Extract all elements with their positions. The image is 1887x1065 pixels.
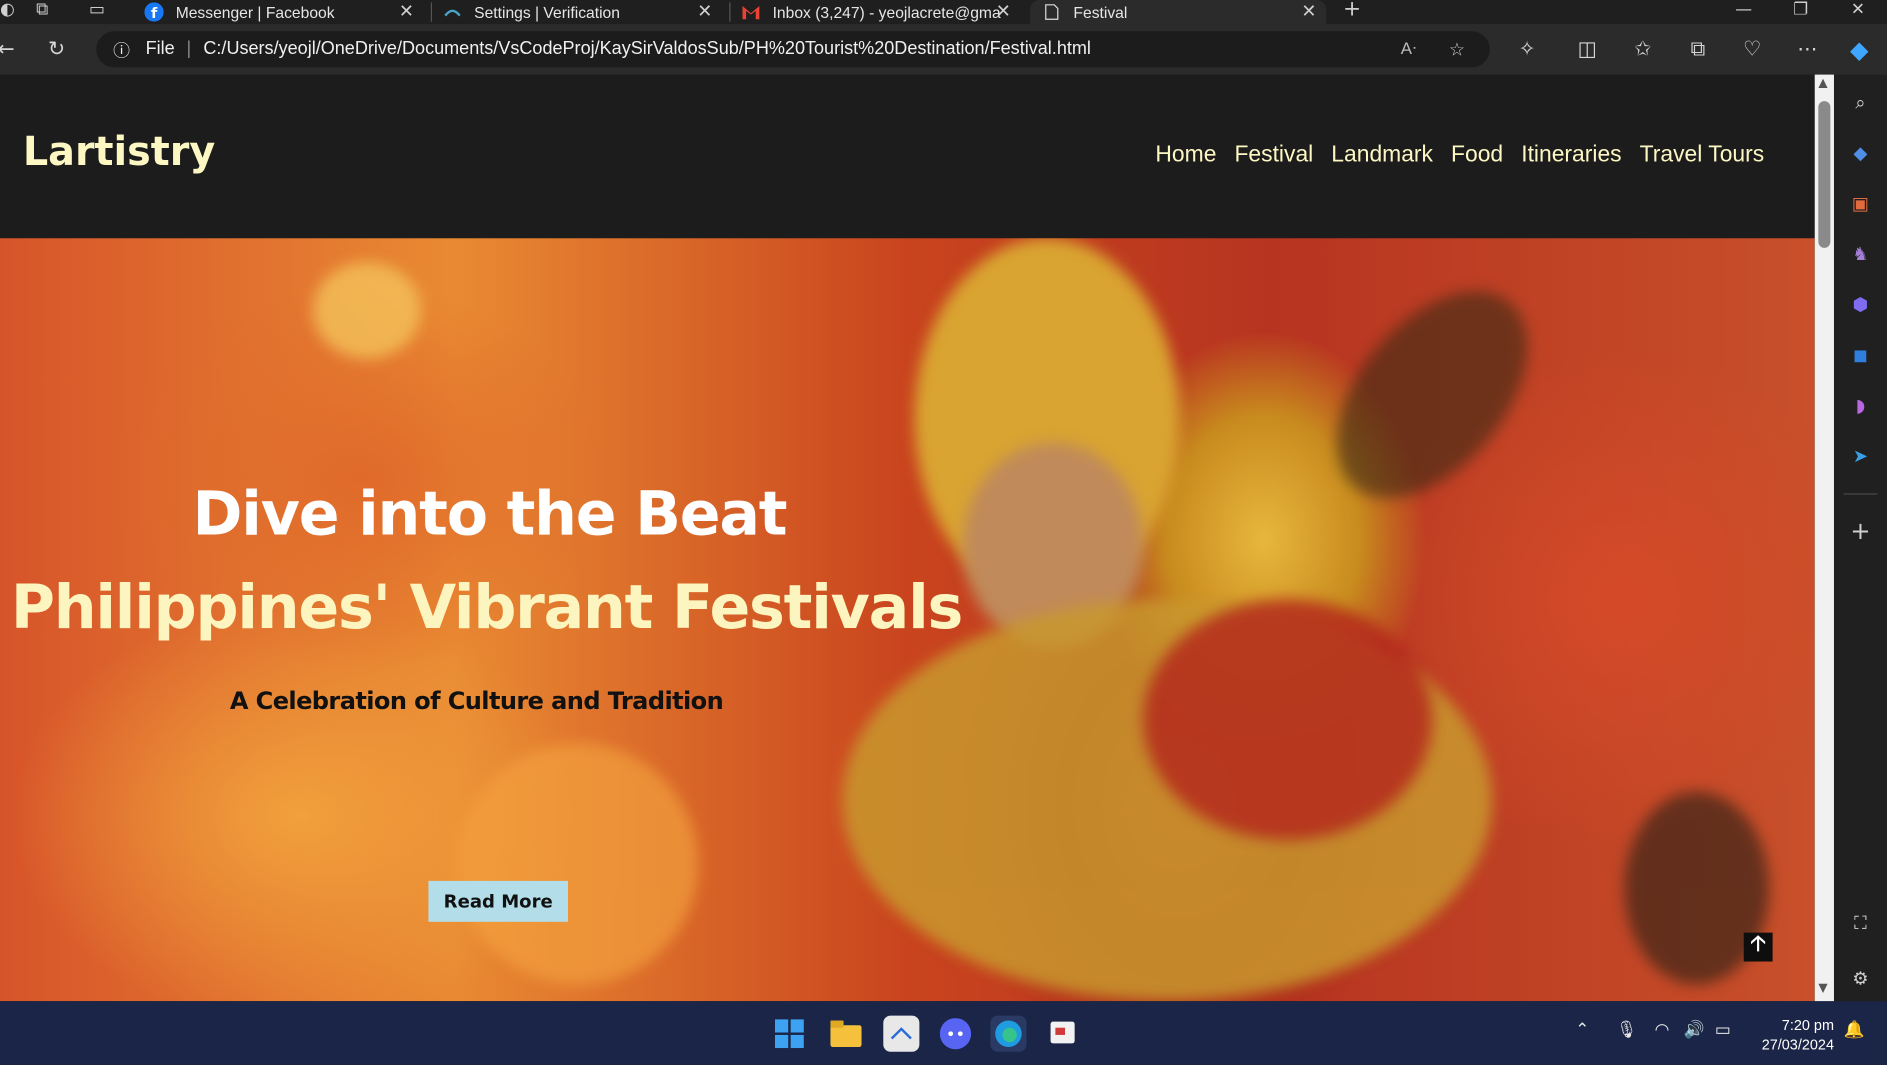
sidebar-settings-icon[interactable]: ⚙: [1847, 965, 1873, 991]
close-window-icon[interactable]: ✕: [1851, 0, 1865, 19]
read-more-button[interactable]: Read More: [428, 880, 569, 922]
minimize-icon[interactable]: —: [1735, 0, 1752, 19]
hero-heading-line1: Dive into the Beat: [192, 478, 788, 549]
hero-photo-costume-red: [1143, 599, 1433, 840]
tab-gmail[interactable]: Inbox (3,247) - yeojlacrete@gma ✕: [741, 0, 1020, 24]
close-tab-icon[interactable]: ✕: [996, 0, 1011, 21]
page-icon: [1042, 2, 1061, 21]
collections-icon[interactable]: ⧉: [1685, 36, 1711, 62]
search-icon[interactable]: ⌕: [1847, 89, 1873, 115]
outlook-icon[interactable]: ◼: [1847, 342, 1873, 368]
system-clock[interactable]: 7:20 pm 27/03/2024: [1762, 1016, 1834, 1055]
tab-title: Inbox (3,247) - yeojlacrete@gma: [772, 3, 1001, 22]
snipping-tool-icon[interactable]: [1045, 1016, 1081, 1052]
close-tab-icon[interactable]: ✕: [697, 0, 712, 21]
hero-photo-dancer: [457, 743, 698, 985]
file-explorer-icon[interactable]: [828, 1016, 864, 1052]
notifications-icon[interactable]: 🔔: [1844, 1020, 1865, 1039]
gmail-icon: [741, 2, 760, 21]
browser-essentials-icon[interactable]: ♡: [1739, 36, 1765, 62]
main-nav: Home Festival Landmark Food Itineraries …: [1155, 142, 1764, 168]
address-bar[interactable]: ⓘ File | C:/Users/yeojl/OneDrive/Documen…: [96, 31, 1490, 68]
shopping-tag-icon[interactable]: ◆: [1847, 140, 1873, 166]
nav-festival[interactable]: Festival: [1234, 142, 1313, 168]
page-scrollbar[interactable]: ▲ ▼: [1814, 74, 1834, 1002]
facebook-icon: f: [144, 2, 164, 22]
split-screen-icon[interactable]: ◫: [1574, 36, 1600, 62]
settings-cloud-icon: [443, 2, 462, 21]
page-viewport: Lartistry Home Festival Landmark Food It…: [0, 74, 1815, 1002]
discord-icon[interactable]: [937, 1016, 973, 1052]
back-icon[interactable]: ←: [0, 36, 19, 62]
copilot-icon[interactable]: ◆: [1846, 35, 1872, 64]
tab-messenger[interactable]: f Messenger | Facebook ✕: [144, 0, 423, 24]
read-aloud-icon[interactable]: Aᐧ: [1401, 39, 1417, 59]
browser-menu-icon[interactable]: ◐: [0, 0, 15, 19]
address-divider: |: [186, 38, 192, 59]
site-logo[interactable]: Lartistry: [23, 128, 215, 175]
drop-icon[interactable]: ◗: [1847, 392, 1873, 418]
url-text[interactable]: C:/Users/yeojl/OneDrive/Documents/VsCode…: [203, 39, 1091, 59]
close-tab-icon[interactable]: ✕: [1301, 0, 1316, 21]
microphone-icon[interactable]: 🎙: [1616, 1020, 1637, 1039]
scheme-label: File: [145, 38, 175, 59]
tab-title: Festival: [1073, 3, 1128, 22]
scrollbar-thumb[interactable]: [1818, 101, 1831, 248]
tab-title: Settings | Verification: [474, 3, 620, 22]
workspaces-icon[interactable]: ⧉: [36, 0, 48, 19]
scroll-up-icon[interactable]: ▲: [1818, 77, 1827, 90]
windows-taskbar: ⌃ 🎙 ◠ 🔊 ▭ 7:20 pm 27/03/2024 🔔: [0, 1001, 1887, 1065]
send-icon[interactable]: ➤: [1847, 443, 1873, 469]
tab-title: Messenger | Facebook: [175, 3, 335, 22]
refresh-icon[interactable]: ↻: [43, 36, 69, 62]
tab-strip: ◐ ⧉ ▭ f Messenger | Facebook ✕ Settings …: [0, 0, 1887, 25]
edge-sidebar: ⌕ ◆ ▣ ♞ ⬢ ◼ ◗ ➤ + ⛶ ⚙: [1833, 74, 1887, 1002]
hero-heading-line2: Philippines' Vibrant Festivals: [10, 572, 963, 643]
add-sidebar-app-icon[interactable]: +: [1847, 516, 1873, 545]
clock-time: 7:20 pm: [1781, 1016, 1834, 1034]
favorite-star-icon[interactable]: ☆: [1449, 39, 1465, 60]
wifi-icon[interactable]: ◠: [1655, 1020, 1670, 1039]
scroll-down-icon[interactable]: ▼: [1818, 982, 1827, 995]
tab-festival[interactable]: Festival ✕: [1030, 0, 1327, 25]
nav-itineraries[interactable]: Itineraries: [1521, 142, 1621, 168]
screenshot-icon[interactable]: ⛶: [1847, 910, 1873, 936]
svg-text:f: f: [151, 6, 158, 22]
nav-travel-tours[interactable]: Travel Tours: [1640, 142, 1765, 168]
start-icon[interactable]: [771, 1016, 807, 1052]
hero-photo-dancer: [312, 262, 422, 359]
restore-icon[interactable]: ❐: [1793, 0, 1808, 19]
nav-food[interactable]: Food: [1451, 142, 1503, 168]
site-header: Lartistry Home Festival Landmark Food It…: [0, 74, 1815, 239]
nav-landmark[interactable]: Landmark: [1331, 142, 1433, 168]
clock-date: 27/03/2024: [1761, 1036, 1834, 1053]
info-icon[interactable]: ⓘ: [113, 39, 130, 63]
scroll-to-top-icon[interactable]: 🡡: [1743, 931, 1773, 962]
hero-subtitle: A Celebration of Culture and Tradition: [229, 685, 724, 715]
close-tab-icon[interactable]: ✕: [399, 0, 414, 21]
volume-icon[interactable]: 🔊: [1684, 1020, 1705, 1039]
tab-actions-icon[interactable]: ▭: [89, 0, 105, 19]
new-tab-button[interactable]: +: [1343, 0, 1361, 22]
more-menu-icon[interactable]: ⋯: [1794, 36, 1820, 62]
extensions-icon[interactable]: ✧: [1514, 36, 1540, 62]
favorites-icon[interactable]: ✩: [1629, 36, 1655, 62]
hero-banner: Dive into the Beat Philippines' Vibrant …: [0, 238, 1815, 1002]
games-icon[interactable]: ♞: [1847, 241, 1873, 267]
edge-browser-icon[interactable]: [990, 1015, 1027, 1052]
app-store-icon[interactable]: [883, 1015, 920, 1052]
browser-toolbar: ← ↻ ⓘ File | C:/Users/yeojl/OneDrive/Doc…: [0, 24, 1887, 75]
tab-settings[interactable]: Settings | Verification ✕: [443, 0, 722, 24]
nav-home[interactable]: Home: [1155, 142, 1216, 168]
tools-icon[interactable]: ▣: [1847, 190, 1873, 216]
hero-photo-arm: [1299, 256, 1565, 534]
battery-icon[interactable]: ▭: [1715, 1020, 1731, 1039]
copilot-designer-icon[interactable]: ⬢: [1847, 291, 1873, 317]
show-hidden-icons[interactable]: ⌃: [1575, 1020, 1589, 1039]
